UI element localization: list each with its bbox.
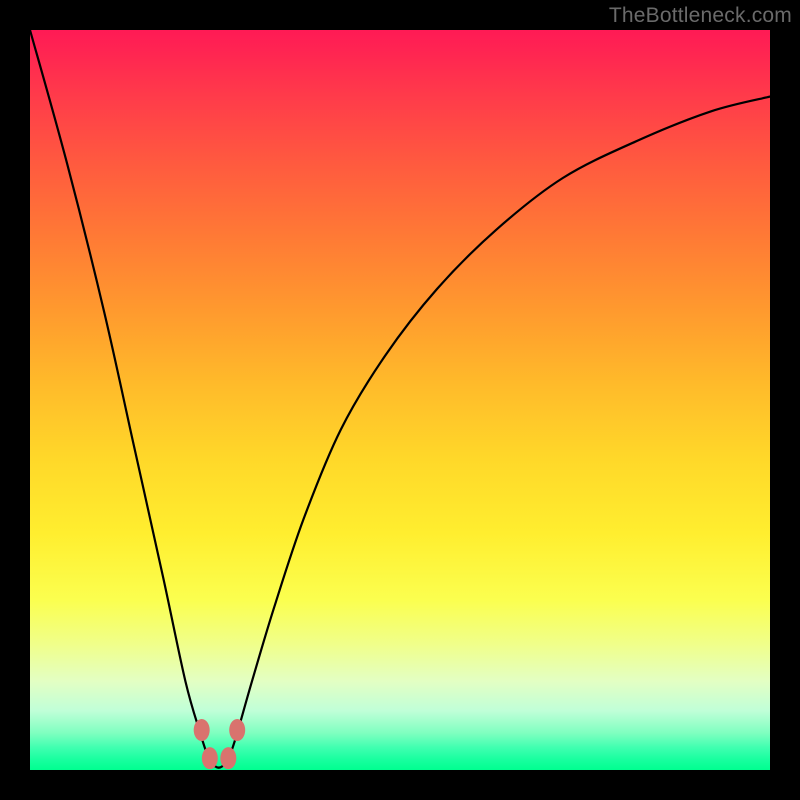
curve-marker <box>229 719 245 741</box>
curve-marker <box>194 719 210 741</box>
curve-svg <box>30 30 770 770</box>
curve-markers <box>194 719 246 769</box>
watermark-label: TheBottleneck.com <box>609 4 792 28</box>
bottleneck-curve <box>30 30 770 768</box>
plot-area <box>30 30 770 770</box>
curve-marker <box>202 747 218 769</box>
curve-marker <box>220 747 236 769</box>
chart-frame: TheBottleneck.com <box>0 0 800 800</box>
